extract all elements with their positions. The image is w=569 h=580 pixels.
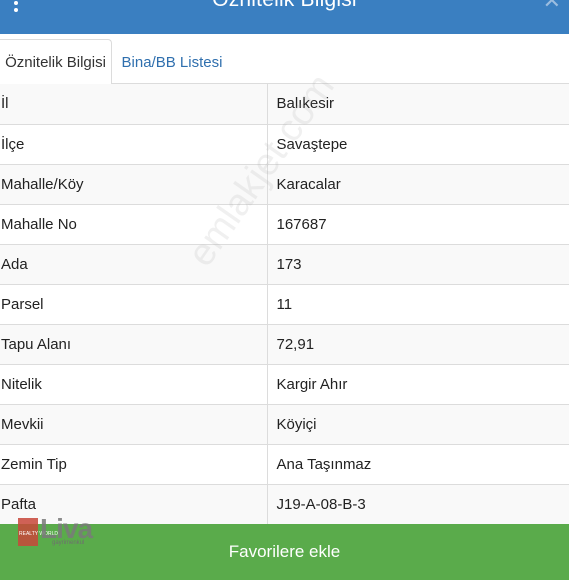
table-row: Mahalle/Köy Karacalar (0, 164, 569, 205)
dialog-header: Öznitelik Bilgisi ✕ (0, 0, 569, 34)
attribute-value: Kargir Ahır (267, 364, 569, 405)
attribute-key: İl (0, 84, 268, 125)
attribute-key: Tapu Alanı (0, 324, 268, 365)
attribute-key: Parsel (0, 284, 268, 325)
table-row: Mevkii Köyiçi (0, 404, 569, 445)
table-row: Mahalle No 167687 (0, 204, 569, 245)
attribute-key: Ada (0, 244, 268, 285)
attribute-value: 167687 (267, 204, 569, 245)
attribute-value: Ana Taşınmaz (267, 444, 569, 485)
attribute-value: 11 (267, 284, 569, 325)
attribute-key: Mahalle No (0, 204, 268, 245)
attribute-key: Pafta (0, 484, 268, 525)
table-row: Tapu Alanı 72,91 (0, 324, 569, 365)
table-row: İl Balıkesir (0, 84, 569, 125)
table-row: Ada 173 (0, 244, 569, 285)
tab-bar: Öznitelik Bilgisi Bina/BB Listesi (0, 34, 569, 85)
dialog-title: Öznitelik Bilgisi (0, 0, 569, 12)
attribute-key: Nitelik (0, 364, 268, 405)
attribute-table: İl Balıkesir İlçe Savaştepe Mahalle/Köy … (0, 84, 569, 525)
attribute-key: Mahalle/Köy (0, 164, 268, 205)
table-row: Parsel 11 (0, 284, 569, 325)
table-row: Nitelik Kargir Ahır (0, 364, 569, 405)
table-row: Zemin Tip Ana Taşınmaz (0, 444, 569, 485)
attribute-value: 173 (267, 244, 569, 285)
favorite-button[interactable]: Favorilere ekle (0, 524, 569, 580)
attribute-value: Savaştepe (267, 124, 569, 165)
attribute-value: Köyiçi (267, 404, 569, 445)
attribute-key: Zemin Tip (0, 444, 268, 485)
attribute-value: Balıkesir (267, 84, 569, 125)
attribute-key: Mevkii (0, 404, 268, 445)
table-row: Pafta J19-A-08-B-3 (0, 484, 569, 525)
attribute-value: Karacalar (267, 164, 569, 205)
table-row: İlçe Savaştepe (0, 124, 569, 165)
attribute-key: İlçe (0, 124, 268, 165)
close-icon[interactable]: ✕ (543, 0, 561, 14)
tab-oznitelik-bilgisi[interactable]: Öznitelik Bilgisi (0, 39, 112, 85)
attribute-value: 72,91 (267, 324, 569, 365)
tab-bina-bb-listesi[interactable]: Bina/BB Listesi (112, 39, 232, 85)
attribute-value: J19-A-08-B-3 (267, 484, 569, 525)
